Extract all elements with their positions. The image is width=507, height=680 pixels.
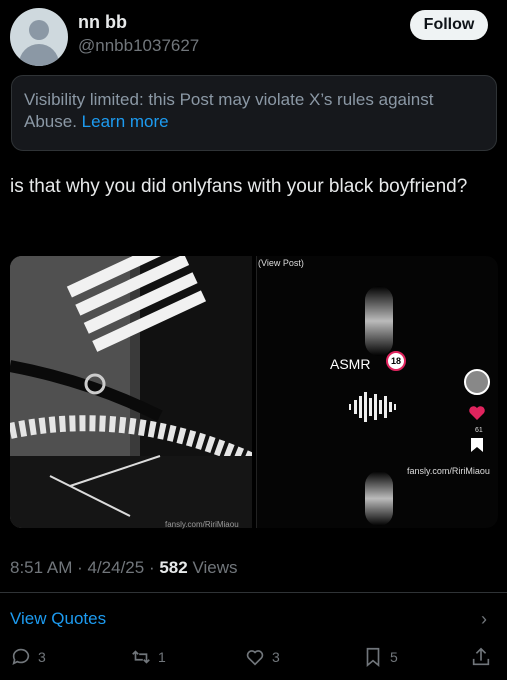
display-name[interactable]: nn bb <box>78 12 127 33</box>
avatar-body-shape <box>19 44 59 66</box>
like-count: 3 <box>272 649 280 665</box>
avatar-head-shape <box>29 20 49 40</box>
view-quotes-link[interactable]: View Quotes <box>10 609 106 629</box>
reply-icon <box>12 648 30 665</box>
views-label: Views <box>192 558 238 577</box>
photo-illustration <box>10 256 252 528</box>
user-handle[interactable]: @nnbb1037627 <box>78 36 199 56</box>
view-post-label: (View Post) <box>258 258 304 268</box>
asmr-label: ASMR <box>330 356 371 372</box>
post-text: is that why you did onlyfans with your b… <box>10 176 468 197</box>
post-media[interactable] <box>10 256 498 528</box>
reply-button[interactable]: 3 <box>10 646 46 668</box>
avatar[interactable] <box>10 8 68 66</box>
bookmark-count: 5 <box>390 649 398 665</box>
like-button[interactable]: 3 <box>244 646 280 668</box>
video-illustration <box>349 286 490 526</box>
post-image-right[interactable] <box>256 256 498 528</box>
bookmark-button[interactable]: 5 <box>362 646 398 668</box>
divider <box>0 592 507 593</box>
share-icon <box>472 647 490 666</box>
views-count: 582 <box>159 558 188 577</box>
post-time[interactable]: 8:51 AM <box>10 558 72 577</box>
repost-icon <box>132 650 150 664</box>
chevron-right-icon[interactable]: › <box>481 609 487 630</box>
age-badge: 18 <box>386 351 406 371</box>
learn-more-link[interactable]: Learn more <box>82 112 169 131</box>
fansly-link: fansly.com/RiriMiaou <box>407 466 490 476</box>
post-image-left[interactable] <box>10 256 252 528</box>
visibility-notice: Visibility limited: this Post may violat… <box>11 75 497 151</box>
photo-credit: fansly.com/RiriMiaou <box>165 520 239 529</box>
follow-button[interactable]: Follow <box>410 10 488 40</box>
bookmark-icon <box>366 647 380 668</box>
post-date[interactable]: 4/24/25 <box>87 558 144 577</box>
post-timestamp: 8:51 AM · 4/24/25 · 582 Views <box>10 558 238 577</box>
media-like-count: 61 <box>475 427 483 434</box>
heart-icon <box>246 650 264 666</box>
share-button[interactable] <box>470 646 492 668</box>
reply-count: 3 <box>38 649 46 665</box>
repost-button[interactable]: 1 <box>130 646 166 668</box>
repost-count: 1 <box>158 649 166 665</box>
